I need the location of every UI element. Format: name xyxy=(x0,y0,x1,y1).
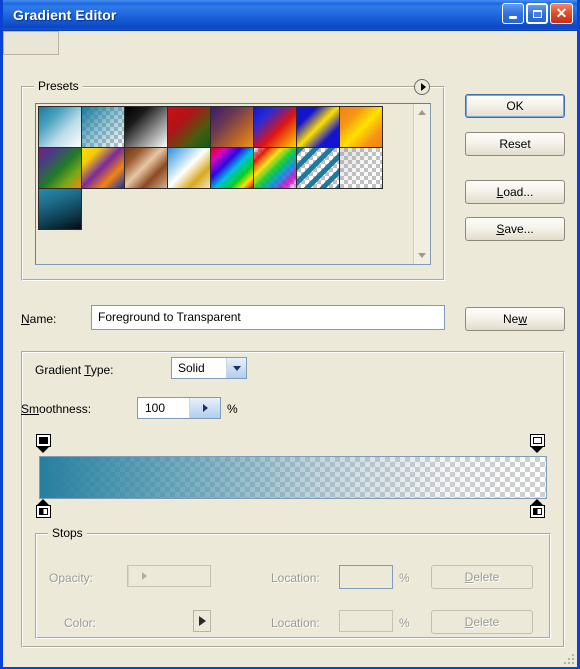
preset-swatch-fill xyxy=(82,148,124,188)
opacity-stop-right[interactable] xyxy=(530,434,545,453)
preset-swatch[interactable] xyxy=(38,147,82,189)
presets-title: Presets xyxy=(34,79,83,93)
opacity-percent-label: % xyxy=(399,571,410,585)
preset-swatch[interactable] xyxy=(253,147,297,189)
preset-menu-arrow-icon[interactable] xyxy=(414,79,430,95)
preset-swatch-fill xyxy=(297,148,339,188)
preset-swatch-fill xyxy=(168,148,210,188)
chevron-down-icon[interactable] xyxy=(226,358,246,378)
ok-button-label: OK xyxy=(506,99,524,113)
opacity-location-label: Location: xyxy=(271,571,320,585)
new-button[interactable]: New xyxy=(465,307,565,331)
preset-swatch-fill xyxy=(211,148,253,188)
preset-swatch-fill xyxy=(39,189,81,229)
color-stop-left-chip xyxy=(39,508,48,515)
opacity-stop-left[interactable] xyxy=(36,434,51,453)
gradient-type-select[interactable]: Solid xyxy=(171,357,247,379)
preset-swatch[interactable] xyxy=(339,106,383,148)
color-location-input xyxy=(339,610,393,632)
opacity-slider-arrow-icon xyxy=(128,566,159,586)
preset-swatch[interactable] xyxy=(210,106,254,148)
preset-swatch[interactable] xyxy=(81,106,125,148)
preset-swatch[interactable] xyxy=(210,147,254,189)
stops-title: Stops xyxy=(48,526,87,540)
preset-swatch-fill xyxy=(168,107,210,147)
color-stop-right[interactable] xyxy=(530,499,545,518)
gradient-fill xyxy=(40,457,546,498)
restore-button[interactable] xyxy=(526,3,548,24)
opacity-label: Opacity: xyxy=(49,571,94,585)
preset-swatch-fill xyxy=(39,107,81,147)
minimize-button[interactable] xyxy=(502,3,524,24)
smoothness-label: Smoothness: xyxy=(21,402,92,416)
preset-swatch[interactable] xyxy=(81,147,125,189)
preset-swatch[interactable] xyxy=(124,147,168,189)
preset-swatch[interactable] xyxy=(167,147,211,189)
delete-opacity-stop-button: Delete xyxy=(431,565,533,589)
scroll-down-arrow-icon[interactable] xyxy=(414,247,430,264)
opacity-stop-left-chip xyxy=(39,437,48,444)
color-stop-left[interactable] xyxy=(36,499,51,518)
color-label: Color: xyxy=(64,616,97,630)
preset-swatch[interactable] xyxy=(296,106,340,148)
resize-grip[interactable] xyxy=(561,651,574,664)
smoothness-slider-arrow-icon[interactable] xyxy=(189,398,220,418)
preset-swatch-fill xyxy=(340,107,382,147)
preset-swatch-fill xyxy=(297,107,339,147)
smoothness-input[interactable]: 100 xyxy=(137,397,221,419)
preset-swatch[interactable] xyxy=(124,106,168,148)
color-stop-right-chip xyxy=(533,508,542,515)
preset-swatch[interactable] xyxy=(167,106,211,148)
preset-swatch-fill xyxy=(254,148,296,188)
preset-swatch-fill xyxy=(254,107,296,147)
preset-swatch[interactable] xyxy=(253,106,297,148)
preset-swatch[interactable] xyxy=(339,147,383,189)
reset-button[interactable]: Reset xyxy=(465,132,565,156)
name-input[interactable]: Foreground to Transparent xyxy=(91,305,445,330)
delete-color-stop-button: Delete xyxy=(431,610,533,634)
preset-swatch-fill xyxy=(211,107,253,147)
presets-group: Presets xyxy=(21,79,445,281)
close-icon: ✕ xyxy=(555,5,568,21)
preset-swatch-fill xyxy=(340,148,382,188)
opacity-stop-right-chip xyxy=(533,437,542,444)
minimize-icon xyxy=(509,15,517,19)
color-percent-label: % xyxy=(399,616,410,630)
restore-icon xyxy=(532,9,542,18)
save-button[interactable]: Save... xyxy=(465,217,565,241)
window-title: Gradient Editor xyxy=(13,7,117,23)
load-button[interactable]: Load... xyxy=(465,180,565,204)
color-picker-arrow-icon xyxy=(193,610,211,632)
scroll-up-arrow-icon[interactable] xyxy=(414,104,430,121)
color-location-label: Location: xyxy=(271,616,320,630)
ok-button[interactable]: OK xyxy=(465,94,565,118)
name-label: Name: xyxy=(21,312,57,326)
opacity-input xyxy=(127,565,211,587)
preset-swatch-grid xyxy=(36,104,414,264)
preset-swatch-fill xyxy=(82,107,124,147)
window-controls: ✕ xyxy=(502,3,573,24)
preset-swatch[interactable] xyxy=(38,106,82,148)
gradient-editor-window: Gradient Editor ✕ Presets OK Reset Load.… xyxy=(0,0,580,669)
smoothness-percent-label: % xyxy=(227,402,238,416)
preset-swatch-fill xyxy=(125,107,167,147)
preset-swatch[interactable] xyxy=(296,147,340,189)
gradient-type-label: Gradient Type: xyxy=(35,363,114,377)
preset-swatch[interactable] xyxy=(38,188,82,230)
presets-listbox[interactable] xyxy=(35,103,431,265)
close-button[interactable]: ✕ xyxy=(550,3,573,24)
opacity-location-input xyxy=(339,565,393,589)
preset-swatch-fill xyxy=(125,148,167,188)
presets-scrollbar[interactable] xyxy=(413,104,430,264)
title-bar[interactable]: Gradient Editor ✕ xyxy=(3,0,577,31)
reset-button-label: Reset xyxy=(499,137,531,151)
gradient-preview-bar[interactable] xyxy=(39,456,547,499)
gradient-type-value: Solid xyxy=(178,361,205,375)
color-swatch-field xyxy=(3,31,59,55)
dialog-body: Presets OK Reset Load... Save... New Nam… xyxy=(3,31,577,667)
smoothness-value: 100 xyxy=(145,401,166,415)
preset-swatch-fill xyxy=(39,148,81,188)
